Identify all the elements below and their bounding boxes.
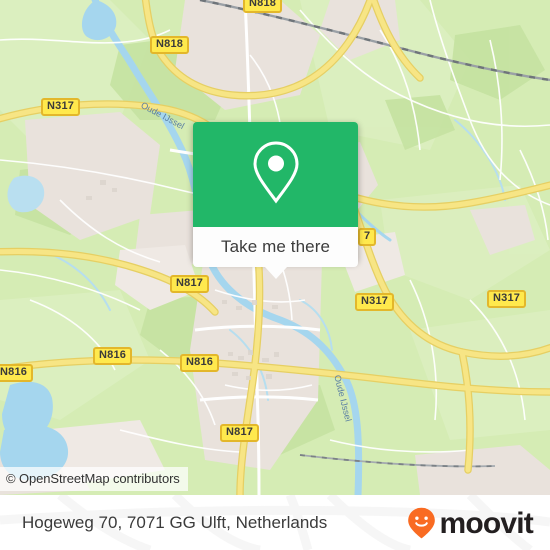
road-shield-n317-left: N317 (41, 98, 81, 116)
callout-pointer (264, 267, 287, 279)
moovit-logo[interactable]: moovit (407, 495, 534, 550)
moovit-smiley-pin-icon (407, 507, 436, 539)
road-shield-partial-behind-card: 7 (358, 228, 377, 246)
osm-attribution[interactable]: © OpenStreetMap contributors (0, 467, 188, 491)
road-shield-n317-mid: N317 (355, 293, 395, 311)
map-pin-icon (249, 139, 303, 210)
screenshot-root: Oude IJssel Oude IJssel N818 N818 N317 N… (0, 0, 550, 550)
road-shield-n818-top: N818 (243, 0, 283, 13)
road-shield-n816-right: N816 (180, 354, 220, 372)
road-shield-n816-left: N816 (0, 364, 34, 382)
take-me-there-button[interactable]: Take me there (193, 227, 358, 267)
road-shield-n818: N818 (150, 36, 190, 54)
road-shield-n317-right: N317 (487, 290, 527, 308)
location-callout-card[interactable]: Take me there (193, 122, 358, 279)
address-label: Hogeweg 70, 7071 GG Ulft, Netherlands (22, 513, 328, 532)
road-shield-n816-mid: N816 (93, 347, 133, 365)
card-header (193, 122, 358, 227)
road-shield-n817-mid: N817 (170, 275, 210, 293)
road-shield-n817-bottom: N817 (220, 424, 260, 442)
take-me-there-label: Take me there (220, 237, 331, 256)
moovit-wordmark: moovit (439, 506, 533, 540)
footer-bar: Hogeweg 70, 7071 GG Ulft, Netherlands mo… (0, 495, 550, 550)
